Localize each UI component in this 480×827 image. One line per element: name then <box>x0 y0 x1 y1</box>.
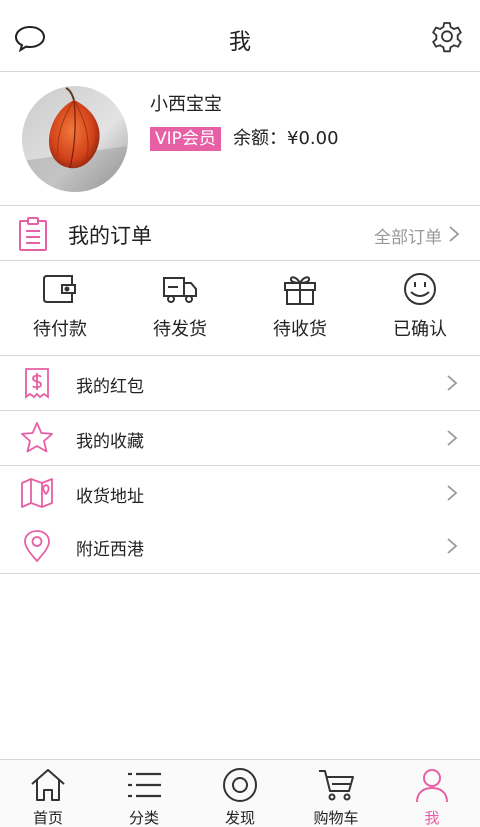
tab-label: 首页 <box>32 809 63 827</box>
chevron-right-icon <box>447 375 458 391</box>
status-label: 待收货 <box>273 319 327 340</box>
order-status-bar: 待付款 待发货 待收货 已确认 <box>0 261 480 356</box>
menu-item-nearby[interactable]: 附近西港 <box>0 519 480 574</box>
tab-discover[interactable]: 发现 <box>192 760 288 827</box>
page-title: 我 <box>228 30 251 55</box>
bottom-tab-bar: 首页 分类 发现 购物车 我 <box>0 759 480 827</box>
status-label: 待付款 <box>33 319 87 340</box>
status-pending-payment[interactable]: 待付款 <box>0 261 120 356</box>
my-orders-title: 我的订单 <box>68 224 152 248</box>
all-orders-link[interactable]: 全部订单 <box>374 223 442 248</box>
status-pending-receipt[interactable]: 待收货 <box>240 261 360 356</box>
tab-cart[interactable]: 购物车 <box>288 760 384 827</box>
smile-icon <box>404 273 436 305</box>
list-icon <box>128 772 161 798</box>
tab-label: 购物车 <box>313 809 359 827</box>
red-envelope-icon <box>25 368 49 399</box>
menu-item-label: 附近西港 <box>76 540 144 560</box>
chevron-right-icon <box>447 538 458 554</box>
star-icon <box>21 422 53 453</box>
vip-badge: VIP会员 <box>150 127 221 151</box>
status-label: 已确认 <box>393 319 447 340</box>
location-pin-icon <box>24 530 50 563</box>
tab-label: 我 <box>424 809 440 827</box>
discover-icon <box>223 768 257 802</box>
profile-card[interactable]: 小西宝宝 VIP会员 余额：¥0.00 <box>0 72 480 206</box>
tab-label: 分类 <box>128 809 159 827</box>
home-icon <box>31 769 65 801</box>
chevron-right-icon <box>447 430 458 446</box>
wallet-icon <box>43 275 76 303</box>
menu-item-favorites[interactable]: 我的收藏 <box>0 411 480 466</box>
clipboard-icon <box>19 217 47 251</box>
tab-me[interactable]: 我 <box>384 760 480 827</box>
chevron-right-icon <box>447 485 458 501</box>
gift-icon <box>284 276 316 305</box>
tab-label: 发现 <box>224 809 255 827</box>
menu-item-label: 收货地址 <box>76 487 144 507</box>
tab-category[interactable]: 分类 <box>96 760 192 827</box>
chevron-right-icon <box>449 226 460 242</box>
menu-item-label: 我的红包 <box>76 377 144 397</box>
gear-icon[interactable] <box>430 21 464 55</box>
menu-item-red-envelope[interactable]: 我的红包 <box>0 356 480 411</box>
username: 小西宝宝 <box>150 94 222 115</box>
status-pending-shipment[interactable]: 待发货 <box>120 261 240 356</box>
person-icon <box>416 769 448 803</box>
cart-icon <box>319 770 354 801</box>
my-orders-row[interactable]: 我的订单 全部订单 <box>0 206 480 261</box>
status-confirmed[interactable]: 已确认 <box>360 261 480 356</box>
top-bar: 我 <box>0 0 480 72</box>
menu-item-address[interactable]: 收货地址 <box>0 466 480 521</box>
tab-home[interactable]: 首页 <box>0 760 96 827</box>
truck-icon <box>163 277 197 303</box>
menu-item-label: 我的收藏 <box>76 432 144 452</box>
map-icon <box>21 478 53 508</box>
avatar[interactable] <box>22 86 128 192</box>
balance-text: 余额：¥0.00 <box>233 128 339 149</box>
status-label: 待发货 <box>153 319 207 340</box>
